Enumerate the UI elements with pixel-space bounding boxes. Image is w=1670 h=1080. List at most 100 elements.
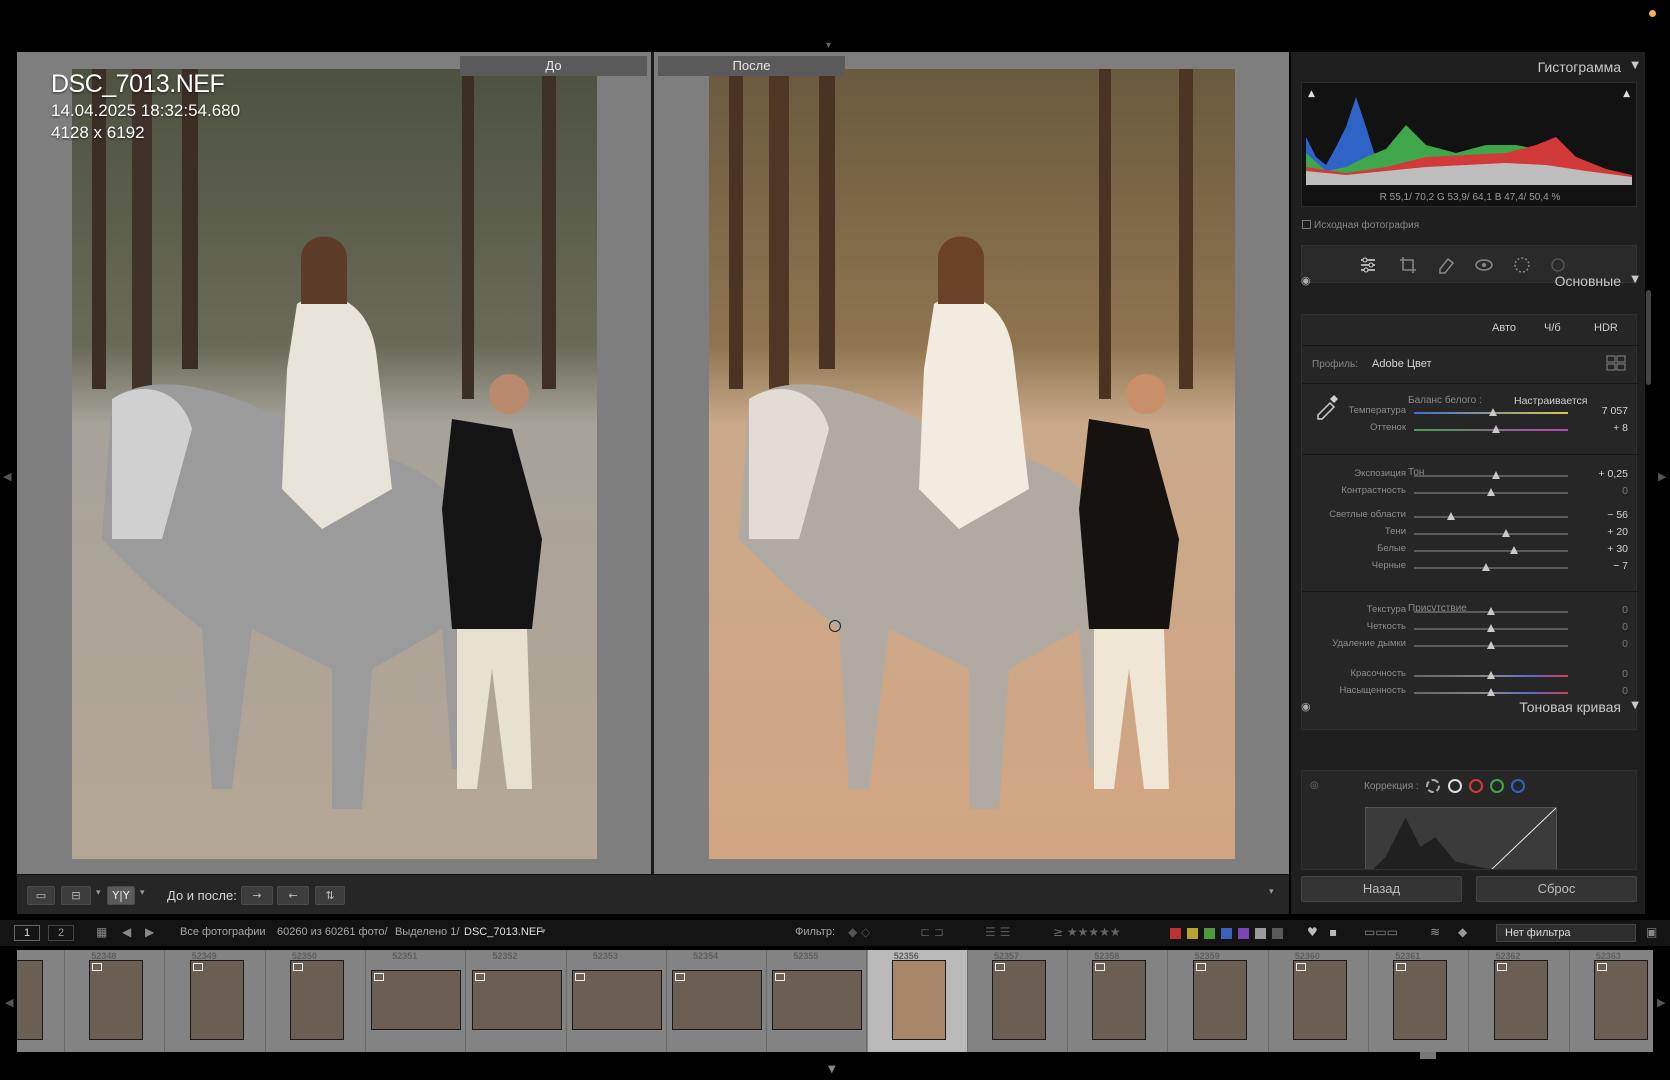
- slider-value[interactable]: − 56: [1607, 509, 1628, 521]
- kind-filter-icon[interactable]: ▭▭▭: [1364, 925, 1398, 939]
- color-label-swatch[interactable]: [1187, 928, 1198, 939]
- filmstrip-thumbnail[interactable]: [1493, 960, 1548, 1040]
- compare-view-button[interactable]: ⊟: [61, 886, 91, 905]
- right-panel-scrollbar[interactable]: [1646, 290, 1651, 385]
- slider-value[interactable]: 0: [1622, 638, 1628, 650]
- original-photo-checkbox[interactable]: [1302, 220, 1311, 229]
- filmstrip-item[interactable]: 52363: [1570, 950, 1653, 1052]
- copy-after-to-before-button[interactable]: ←: [277, 886, 309, 905]
- color-label-swatch[interactable]: [1255, 928, 1266, 939]
- slider-value[interactable]: 0: [1622, 668, 1628, 680]
- toolbar-options-icon[interactable]: ▾: [1269, 887, 1274, 897]
- stack-icon[interactable]: ≋: [1430, 925, 1440, 939]
- slider-handle[interactable]: [1487, 488, 1495, 496]
- filmstrip-item[interactable]: 52352: [467, 950, 567, 1052]
- left-panel-toggle-icon[interactable]: ◀: [3, 470, 11, 483]
- heart-filter-icon[interactable]: ♥: [1307, 925, 1318, 939]
- collapse-tone-curve-icon[interactable]: ▼: [1631, 700, 1639, 711]
- virtual-copy-filter-icon[interactable]: ☰ ☰: [985, 925, 1010, 939]
- filmstrip-thumbnail[interactable]: [471, 970, 562, 1030]
- slider-value[interactable]: 0: [1622, 621, 1628, 633]
- filmstrip-item[interactable]: 52357: [968, 950, 1068, 1052]
- compare-view-dropdown-icon[interactable]: ▾: [96, 888, 101, 898]
- collapse-filmstrip-icon[interactable]: ▼: [828, 1064, 836, 1075]
- color-label-swatch[interactable]: [1170, 928, 1181, 939]
- filmstrip-item[interactable]: 52355: [767, 950, 868, 1052]
- tone-curve-visibility-eye-icon[interactable]: ◉: [1301, 700, 1311, 713]
- rating-filter-icon[interactable]: ≥ ★★★★★: [1053, 925, 1121, 939]
- filmstrip-item[interactable]: 52362: [1470, 950, 1570, 1052]
- yy-view-dropdown-icon[interactable]: ▾: [140, 888, 145, 898]
- collapse-histogram-icon[interactable]: ▼: [1631, 60, 1639, 71]
- before-photo[interactable]: [72, 69, 597, 859]
- collapse-basic-icon[interactable]: ▼: [1631, 274, 1639, 285]
- filmstrip-thumbnail[interactable]: [992, 960, 1046, 1040]
- filmstrip-thumbnail[interactable]: [89, 960, 144, 1040]
- filmstrip-item[interactable]: 52351: [366, 950, 467, 1052]
- bw-button[interactable]: Ч/б: [1544, 322, 1561, 334]
- tone-curve-header[interactable]: ◉ Тоновая кривая ▼: [1291, 692, 1645, 720]
- filter-lock-icon[interactable]: ▣: [1646, 925, 1657, 939]
- slider-handle[interactable]: [1487, 671, 1495, 679]
- slider-handle[interactable]: [1488, 408, 1497, 416]
- slider-handle[interactable]: [1487, 607, 1495, 615]
- filmstrip-item[interactable]: 52361: [1369, 950, 1470, 1052]
- blue-channel-icon[interactable]: [1511, 779, 1525, 793]
- window-2-button[interactable]: 2: [48, 925, 74, 941]
- reset-button[interactable]: Сброс: [1476, 876, 1637, 902]
- filmstrip-item[interactable]: 52349: [166, 950, 266, 1052]
- window-1-button[interactable]: 1: [14, 925, 40, 941]
- filmstrip-thumbnail[interactable]: [289, 960, 344, 1040]
- right-panel-toggle-icon[interactable]: ▶: [1658, 470, 1666, 483]
- filmstrip-thumbnail[interactable]: [1292, 960, 1347, 1040]
- comment-filter-icon[interactable]: ▪: [1329, 925, 1337, 939]
- filmstrip-thumbnail[interactable]: [1092, 960, 1147, 1040]
- profile-browser-icon[interactable]: [1606, 355, 1626, 371]
- filmstrip-item[interactable]: 52353: [567, 950, 667, 1052]
- filmstrip-thumbnail[interactable]: [1393, 960, 1448, 1040]
- filmstrip-item[interactable]: 52359: [1169, 950, 1269, 1052]
- slider-value[interactable]: − 7: [1613, 560, 1628, 572]
- filmstrip-thumbnail[interactable]: [189, 960, 244, 1040]
- target-adjust-icon[interactable]: ◎: [1310, 780, 1319, 791]
- filmstrip-thumbnail[interactable]: [571, 970, 662, 1030]
- filmstrip-thumbnail[interactable]: [1593, 960, 1648, 1040]
- filmstrip-scroll-left-icon[interactable]: ◀: [5, 996, 13, 1009]
- point-curve-icon[interactable]: [1448, 779, 1462, 793]
- filmstrip-thumbnail[interactable]: [17, 960, 43, 1040]
- forward-arrow-icon[interactable]: ▶: [145, 925, 154, 939]
- copy-before-to-after-button[interactable]: →: [241, 886, 273, 905]
- slider-value[interactable]: + 30: [1607, 543, 1628, 555]
- after-photo[interactable]: [709, 69, 1235, 859]
- histogram-header[interactable]: Гистограмма ▼: [1291, 52, 1645, 80]
- parametric-curve-icon[interactable]: [1426, 779, 1440, 793]
- single-view-button[interactable]: ▭: [27, 886, 55, 905]
- color-label-swatch[interactable]: [1238, 928, 1249, 939]
- current-filename[interactable]: DSC_7013.NEF: [464, 926, 543, 938]
- sync-filter-icon[interactable]: ◆: [1458, 925, 1467, 939]
- edit-filter-icon[interactable]: ⊏ ⊐: [920, 925, 944, 939]
- slider-value[interactable]: + 8: [1613, 422, 1628, 434]
- filmstrip-item[interactable]: [17, 950, 65, 1052]
- auto-button[interactable]: Авто: [1492, 322, 1516, 334]
- grid-view-icon[interactable]: ▦: [96, 925, 107, 939]
- slider-handle[interactable]: [1446, 512, 1455, 520]
- filmstrip-thumbnail[interactable]: [1192, 960, 1247, 1040]
- color-label-swatch[interactable]: [1204, 928, 1215, 939]
- filmstrip-thumbnail[interactable]: [772, 970, 863, 1030]
- filmstrip-scroll-right-icon[interactable]: ▶: [1657, 996, 1665, 1009]
- filmstrip-thumbnail[interactable]: [672, 970, 763, 1030]
- yy-view-button[interactable]: Y|Y: [107, 886, 135, 905]
- filename-dropdown-icon[interactable]: ▾: [541, 927, 546, 937]
- tone-curve-graph[interactable]: [1365, 807, 1557, 869]
- basic-visibility-eye-icon[interactable]: ◉: [1301, 274, 1311, 287]
- profile-select[interactable]: Adobe Цвет: [1372, 358, 1432, 370]
- slider-handle[interactable]: [1491, 425, 1500, 433]
- before-pane[interactable]: До DSC_7013.NEF 14.04.2025 18:32:54.680 …: [17, 52, 651, 874]
- slider-value[interactable]: 0: [1622, 485, 1628, 497]
- back-button[interactable]: Назад: [1301, 876, 1462, 902]
- filmstrip-scrollbar[interactable]: [1420, 1052, 1436, 1059]
- filmstrip-item[interactable]: 52356: [867, 950, 968, 1052]
- back-arrow-icon[interactable]: ◀: [122, 925, 131, 939]
- after-pane[interactable]: После: [654, 52, 1289, 874]
